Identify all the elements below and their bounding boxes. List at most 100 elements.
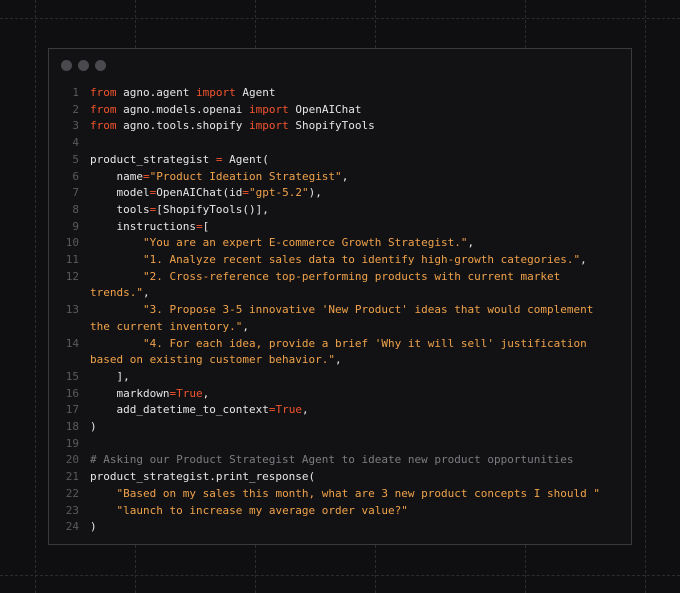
keyword-token: from: [90, 102, 117, 116]
line-number: 18: [65, 420, 79, 434]
code-token: ,: [301, 403, 309, 417]
code-text: ],: [90, 370, 130, 383]
string-token: "1. Analyze recent sales data to identif…: [142, 253, 581, 267]
minimize-dot-icon[interactable]: [78, 60, 89, 71]
line-number: 12: [65, 269, 79, 283]
code-text: product_strategist = Agent(: [90, 153, 269, 166]
code-token: ,: [335, 353, 342, 367]
line-number: 20: [65, 453, 79, 467]
code-line: 18): [49, 419, 631, 436]
code-line: 9 instructions=[: [49, 219, 631, 236]
code-text: tools=[ShopifyTools()],: [90, 203, 269, 216]
code-token: ,: [341, 169, 349, 183]
code-line: 2 from agno.models.openai import OpenAICh…: [49, 102, 631, 119]
code-token: ,: [580, 253, 587, 267]
code-block[interactable]: 1 from agno.agent import Agent 2 from agno.…: [49, 85, 631, 536]
code-token: ): [90, 520, 97, 534]
code-token: ,: [467, 236, 475, 250]
code-token: model: [90, 186, 150, 200]
string-token: "Product Ideation Strategist": [149, 169, 342, 183]
code-token: ): [90, 420, 97, 434]
code-token: ,: [142, 286, 150, 300]
line-number: 10: [65, 236, 79, 250]
line-number: 19: [65, 436, 79, 450]
code-text: name="Product Ideation Strategist",: [90, 169, 349, 183]
line-number: 11: [65, 253, 79, 267]
code-token: OpenAIChat(id: [156, 186, 243, 200]
grid-line-v1: [35, 0, 36, 593]
code-window: 1 from agno.agent import Agent 2 from agno.…: [48, 48, 632, 545]
code-line: 12 "2. Cross-reference top-performing pr…: [49, 269, 631, 302]
code-text: model=OpenAIChat(id="gpt-5.2"),: [90, 186, 322, 199]
string-token: "You are an expert E-commerce Growth Str…: [142, 236, 468, 250]
code-token: Agent: [235, 86, 276, 99]
code-token: ],: [90, 369, 130, 383]
line-number: 6: [72, 169, 79, 183]
code-line: 6 name="Product Ideation Strategist",: [49, 169, 631, 186]
code-token: markdown: [90, 386, 170, 400]
code-token: agno.tools.shopify: [116, 119, 249, 133]
string-token: "3. Propose 3-5 innovative 'New Product'…: [90, 303, 600, 333]
line-number: 21: [65, 470, 79, 484]
line-number: 14: [65, 336, 79, 350]
code-text: from agno.agent import Agent: [90, 86, 275, 99]
line-number: 7: [72, 186, 79, 200]
code-token: ,: [242, 319, 249, 333]
code-line: 14 "4. For each idea, provide a brief 'W…: [49, 336, 631, 369]
line-number: 9: [72, 219, 79, 233]
code-line: 3 from agno.tools.shopify import ShopifyT…: [49, 118, 631, 135]
code-line: 24): [49, 519, 631, 536]
code-token: name: [90, 169, 144, 183]
code-text: ): [90, 520, 97, 533]
code-text: markdown=True,: [90, 386, 210, 400]
string-token: "launch to increase my average order val…: [116, 503, 408, 517]
line-number: 5: [72, 152, 79, 166]
code-text: "4. For each idea, provide a brief 'Why …: [90, 337, 593, 367]
keyword-token: =: [242, 186, 249, 200]
code-token: ,: [202, 386, 210, 400]
code-token: tools: [90, 202, 150, 216]
code-token: product_strategist: [90, 152, 216, 166]
code-line: 11 "1. Analyze recent sales data to iden…: [49, 252, 631, 269]
code-line: 7 model=OpenAIChat(id="gpt-5.2"),: [49, 185, 631, 202]
comment-token: # Asking our Product Strategist Agent to…: [90, 453, 574, 467]
code-text: "3. Propose 3-5 innovative 'New Product'…: [90, 303, 600, 333]
code-token: product_strategist.print_response(: [90, 470, 316, 484]
code-line: 4​: [49, 135, 631, 152]
code-line: 8 tools=[ShopifyTools()],: [49, 202, 631, 219]
code-line: 23 "launch to increase my average order …: [49, 503, 631, 520]
line-number: 23: [65, 503, 79, 517]
code-line: 17 add_datetime_to_context=True,: [49, 402, 631, 419]
code-line: 20 # Asking our Product Strategist Agent …: [49, 452, 631, 469]
line-number: 17: [65, 403, 79, 417]
code-line: 1 from agno.agent import Agent: [49, 85, 631, 102]
line-number: 16: [65, 386, 79, 400]
code-text: from agno.models.openai import OpenAICha…: [90, 103, 362, 116]
line-number: 15: [65, 369, 79, 383]
close-dot-icon[interactable]: [61, 60, 72, 71]
string-token: "gpt-5.2": [248, 186, 309, 200]
grid-line-h2: [0, 575, 680, 576]
code-token: instructions: [90, 219, 196, 233]
line-number: 24: [65, 520, 79, 534]
line-number: 4: [72, 136, 79, 150]
code-text: "2. Cross-reference top-performing produ…: [90, 270, 567, 300]
code-token: add_datetime_to_context: [90, 403, 269, 417]
grid-line-v6: [645, 0, 646, 593]
code-text: from agno.tools.shopify import ShopifyTo…: [90, 119, 375, 132]
code-text: add_datetime_to_context=True,: [90, 403, 309, 416]
keyword-token: from: [90, 86, 117, 99]
code-line: 19​: [49, 436, 631, 453]
code-line: 10 "You are an expert E-commerce Growth …: [49, 235, 631, 252]
line-number: 1: [72, 86, 79, 99]
code-text: "You are an expert E-commerce Growth Str…: [90, 236, 474, 249]
maximize-dot-icon[interactable]: [95, 60, 106, 71]
code-text: ): [90, 420, 97, 433]
code-text: "Based on my sales this month, what are …: [90, 487, 600, 500]
code-token: agno.models.openai: [116, 102, 249, 116]
